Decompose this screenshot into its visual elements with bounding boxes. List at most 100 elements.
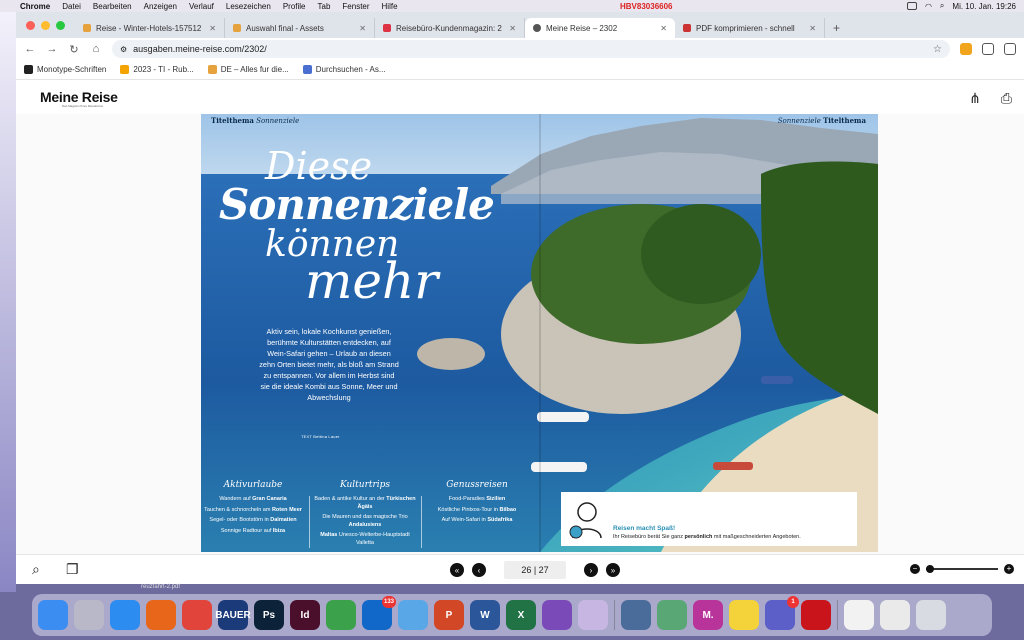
trash-icon[interactable] xyxy=(916,600,946,630)
status-alert[interactable]: HBV83036606 xyxy=(620,2,672,11)
column-genussreisen: Genussreisen Food-Paradies Sizilien Köst… xyxy=(425,480,529,528)
viewer-toolbar: ⌕ ❐ « ‹ 26 | 27 › » − + xyxy=(16,554,1024,584)
last-page-icon[interactable]: » xyxy=(606,563,620,577)
bookmark-de-alles[interactable]: DE – Alles fur die... xyxy=(207,65,289,74)
chrome-icon[interactable] xyxy=(182,600,212,630)
bookmark-star-icon[interactable]: ☆ xyxy=(933,44,942,55)
tab-title: Reisebüro-Kundenmagazin: 2 xyxy=(396,23,502,33)
excel-icon[interactable]: X xyxy=(506,600,536,630)
close-window-icon[interactable] xyxy=(26,20,35,30)
column-divider xyxy=(421,496,422,548)
app-colorful-icon[interactable] xyxy=(542,600,572,630)
new-tab-icon[interactable]: + xyxy=(825,18,848,38)
extensions-puzzle-icon[interactable] xyxy=(982,43,994,55)
photoshop-icon[interactable]: Ps xyxy=(254,600,284,630)
tab-pdf-komprimieren[interactable]: PDF komprimieren - schnell ✕ xyxy=(675,18,825,38)
preview-2-icon[interactable] xyxy=(880,600,910,630)
menu-anzeigen[interactable]: Anzeigen xyxy=(144,2,177,11)
boat xyxy=(713,462,753,470)
tab-meine-reise[interactable]: Meine Reise – 2302 ✕ xyxy=(525,18,675,38)
zoom-in-icon[interactable]: + xyxy=(1004,564,1014,574)
home-icon[interactable]: ⌂ xyxy=(90,43,102,55)
network-icon[interactable] xyxy=(621,600,651,630)
page-indicator[interactable]: 26 | 27 xyxy=(504,561,566,579)
rubric-left: Titelthema Sonnenziele xyxy=(211,116,300,125)
print-icon[interactable]: ⎙ xyxy=(1001,90,1012,107)
extension-icon[interactable] xyxy=(960,43,972,55)
bookmark-durchsuchen[interactable]: Durchsuchen - As... xyxy=(302,65,386,74)
site-logo[interactable]: Meine Reise xyxy=(40,89,118,105)
sketch-icon[interactable] xyxy=(326,600,356,630)
notes-icon[interactable] xyxy=(729,600,759,630)
reload-icon[interactable]: ↻ xyxy=(68,43,80,56)
zoom-slider-handle[interactable] xyxy=(925,565,934,573)
menu-verlauf[interactable]: Verlauf xyxy=(189,2,214,11)
bookmark-label: Durchsuchen - As... xyxy=(315,65,386,74)
magazine-spread[interactable]: Titelthema Sonnenziele Sonnenziele Titel… xyxy=(201,114,878,552)
tab-title: PDF komprimieren - schnell xyxy=(696,23,795,33)
menu-bearbeiten[interactable]: Bearbeiten xyxy=(93,2,132,11)
zoom-slider[interactable] xyxy=(925,565,998,573)
tab-reise-winter-hotels[interactable]: Reise - Winter-Hotels-157512 ✕ xyxy=(75,18,225,38)
onedrive-icon[interactable] xyxy=(398,600,428,630)
bauer-icon[interactable]: BAUER xyxy=(215,600,251,630)
minimize-window-icon[interactable] xyxy=(41,20,50,30)
column-item: Die Mauren und das magische Trio Andalus… xyxy=(322,514,408,528)
app-circles-icon[interactable] xyxy=(578,600,608,630)
web-page: Meine Reise Das Magazin Ihres Reisebüros… xyxy=(16,80,1024,584)
site-info-icon[interactable]: ⚙ xyxy=(120,45,127,54)
keychain-icon[interactable] xyxy=(657,600,687,630)
forward-icon[interactable]: → xyxy=(46,43,58,55)
close-tab-icon[interactable]: ✕ xyxy=(809,24,816,33)
close-tab-icon[interactable]: ✕ xyxy=(660,24,667,33)
word-icon[interactable]: W xyxy=(470,600,500,630)
menu-profile[interactable]: Profile xyxy=(283,2,306,11)
tab-auswahl-final[interactable]: Auswahl final - Assets ✕ xyxy=(225,18,375,38)
search-icon[interactable]: ⌕ xyxy=(940,1,944,11)
menu-hilfe[interactable]: Hilfe xyxy=(382,2,398,11)
previous-page-icon[interactable]: ‹ xyxy=(472,563,486,577)
column-kulturtrips: Kulturtrips Baden & antike Kultur an der… xyxy=(313,480,417,550)
tab-title: Auswahl final - Assets xyxy=(246,23,324,33)
url-text: ausgaben.meine-reise.com/2302/ xyxy=(133,44,267,54)
back-icon[interactable]: ← xyxy=(24,43,36,55)
column-item: Baden & antike Kultur an der Türkischen … xyxy=(314,496,416,510)
address-bar[interactable]: ⚙ ausgaben.meine-reise.com/2302/ ☆ xyxy=(112,40,950,58)
firefox-icon[interactable] xyxy=(146,600,176,630)
menu-app-name[interactable]: Chrome xyxy=(20,2,50,11)
share-icon[interactable]: ⋔ xyxy=(969,90,981,107)
zoom-out-icon[interactable]: − xyxy=(910,564,920,574)
acrobat-icon[interactable] xyxy=(801,600,831,630)
column-item: Tauchen & schnorcheln am Roten Meer xyxy=(204,506,302,513)
dock-file-label: reuzfahrt-2.pdf xyxy=(141,584,181,590)
powerpoint-icon[interactable]: P xyxy=(434,600,464,630)
outlook-icon[interactable]: 133 xyxy=(362,596,396,630)
close-tab-icon[interactable]: ✕ xyxy=(209,24,216,33)
m-app-icon[interactable]: M. xyxy=(693,600,723,630)
close-tab-icon[interactable]: ✕ xyxy=(509,24,516,33)
pages-overview-icon[interactable]: ❐ xyxy=(66,561,79,578)
search-icon[interactable]: ⌕ xyxy=(32,561,40,578)
indesign-icon[interactable]: Id xyxy=(290,600,320,630)
finder-icon[interactable] xyxy=(38,600,68,630)
next-page-icon[interactable]: › xyxy=(584,563,598,577)
safari-icon[interactable] xyxy=(110,600,140,630)
menu-fenster[interactable]: Fenster xyxy=(342,2,369,11)
wifi-icon[interactable]: ◠ xyxy=(925,2,932,11)
bookmark-2023-ti[interactable]: 2023 - TI - Rub... xyxy=(120,65,194,74)
bookmark-monotype[interactable]: Monotype-Schriften xyxy=(24,65,106,74)
preview-1-icon[interactable] xyxy=(844,600,874,630)
launchpad-icon[interactable] xyxy=(74,600,104,630)
column-item: Wandern auf Gran Canaria xyxy=(219,496,287,502)
battery-icon[interactable] xyxy=(906,2,917,10)
close-tab-icon[interactable]: ✕ xyxy=(359,24,366,33)
tab-reisebuero-kundenmagazin[interactable]: Reisebüro-Kundenmagazin: 2 ✕ xyxy=(375,18,525,38)
clock[interactable]: Mi. 10. Jan. 19:26 xyxy=(952,2,1016,11)
maximize-window-icon[interactable] xyxy=(56,20,65,30)
menu-datei[interactable]: Datei xyxy=(62,2,81,11)
menu-lesezeichen[interactable]: Lesezeichen xyxy=(226,2,271,11)
teams-icon[interactable]: 1 xyxy=(765,596,799,630)
menu-tab[interactable]: Tab xyxy=(318,2,331,11)
side-panel-icon[interactable] xyxy=(1004,43,1016,55)
first-page-icon[interactable]: « xyxy=(450,563,464,577)
